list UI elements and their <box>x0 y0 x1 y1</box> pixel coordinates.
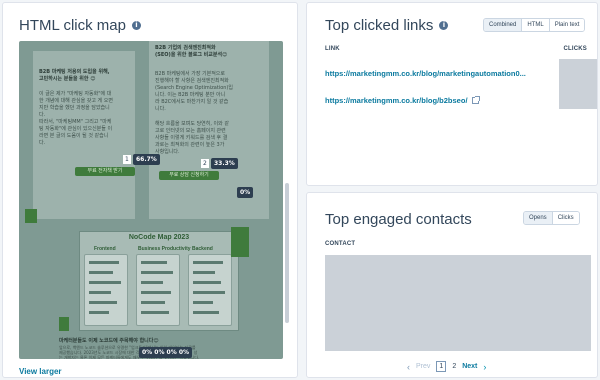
chevron-right-icon[interactable]: › <box>483 362 486 372</box>
chevron-left-icon[interactable]: ‹ <box>407 362 410 372</box>
toggle-opens[interactable]: Opens <box>524 212 552 224</box>
click-map-card: HTML click map i B2B 기업의 검색엔진최적화 (SEO)을 … <box>2 2 298 378</box>
decor-shape <box>25 209 37 223</box>
heatmap-headline: B2B 기업의 검색엔진최적화 (SEO)을 위한 블로그 비교분석😊 <box>155 45 228 58</box>
click-map-preview[interactable]: B2B 기업의 검색엔진최적화 (SEO)을 위한 블로그 비교분석😊 B2B … <box>19 41 283 359</box>
clicks-placeholder <box>559 59 597 109</box>
link-type-toggle: Combined HTML Plain text <box>483 18 586 32</box>
decor-shape <box>59 317 69 331</box>
info-icon[interactable]: i <box>439 21 449 30</box>
toggle-clicks[interactable]: Clicks <box>551 212 579 224</box>
scrollbar[interactable] <box>285 183 289 323</box>
info-icon[interactable]: i <box>131 21 141 30</box>
toggle-plain-text[interactable]: Plain text <box>548 19 585 31</box>
nocode-map-image: NoCode Map 2023 Frontend Business Produc… <box>79 231 239 331</box>
engagement-toggle: Opens Clicks <box>523 211 580 225</box>
link-index: 1 <box>123 155 131 164</box>
decor-shape <box>231 227 249 257</box>
page-1-button[interactable]: 1 <box>436 361 447 372</box>
click-percent-badge: 33.3% <box>211 158 238 169</box>
prev-page-button[interactable]: Prev <box>416 363 430 370</box>
heatmap-cta-ebook: 무료 전자책 받기 <box>75 167 135 176</box>
pagination: ‹ Prev 1 2 Next › <box>407 361 486 372</box>
heatmap-cta-consult: 무료 상담 신청하기 <box>159 171 219 180</box>
top-engaged-contacts-card: Top engaged contacts Opens Clicks CONTAC… <box>306 192 598 378</box>
top-clicked-links-card: Top clicked links i Combined HTML Plain … <box>306 2 598 186</box>
click-percent-badge: 0% 0% 0% 0% <box>139 347 193 358</box>
click-map-title: HTML click map i <box>19 17 141 34</box>
contacts-title: Top engaged contacts <box>325 211 472 228</box>
heatmap-para: 이 글은 제가 "마케팅 자동화"에 대 한 개념에 대해 관심을 갖고 게 오… <box>39 91 113 146</box>
contacts-placeholder <box>325 255 591 351</box>
column-header-clicks: CLICKS <box>563 46 587 52</box>
click-percent-badge: 66.7% <box>133 154 160 165</box>
links-title: Top clicked links i <box>325 17 449 34</box>
page-2-button[interactable]: 2 <box>452 363 456 370</box>
next-page-button[interactable]: Next <box>462 363 477 370</box>
external-link-icon[interactable] <box>471 96 480 104</box>
link-row[interactable]: https://marketingmm.co.kr/blog/b2bseo/ <box>325 96 480 105</box>
toggle-html[interactable]: HTML <box>521 19 549 31</box>
link-index: 2 <box>201 159 209 168</box>
heatmap-para: 해당 흐름을 보며도 당연히, 이와 같 고로 인터넷의 모는 홈페이지 관련 … <box>155 121 229 155</box>
heatmap-footer-heading: 마케터분들도 이제 노코드에 주목해야 합니다😊 <box>59 338 159 344</box>
link-row[interactable]: https://marketingmm.co.kr/blog/marketing… <box>325 69 526 78</box>
column-header-contact: CONTACT <box>325 241 356 247</box>
link-url[interactable]: https://marketingmm.co.kr/blog/marketing… <box>325 69 526 78</box>
column-header-link: LINK <box>325 46 340 52</box>
heatmap-para: B2B 마케팅 저용의 도입을 위해, 고민하시는 분들을 위한 😊 <box>39 69 110 82</box>
heatmap-para: B2B 마케팅에서 가장 기본적으로 진행해야 할 사항은 검색엔진최적화 (S… <box>155 71 233 112</box>
view-larger-link[interactable]: View larger <box>19 367 62 376</box>
toggle-combined[interactable]: Combined <box>484 19 522 31</box>
link-url[interactable]: https://marketingmm.co.kr/blog/b2bseo/ <box>325 96 468 105</box>
click-percent-badge: 0% <box>237 187 254 198</box>
